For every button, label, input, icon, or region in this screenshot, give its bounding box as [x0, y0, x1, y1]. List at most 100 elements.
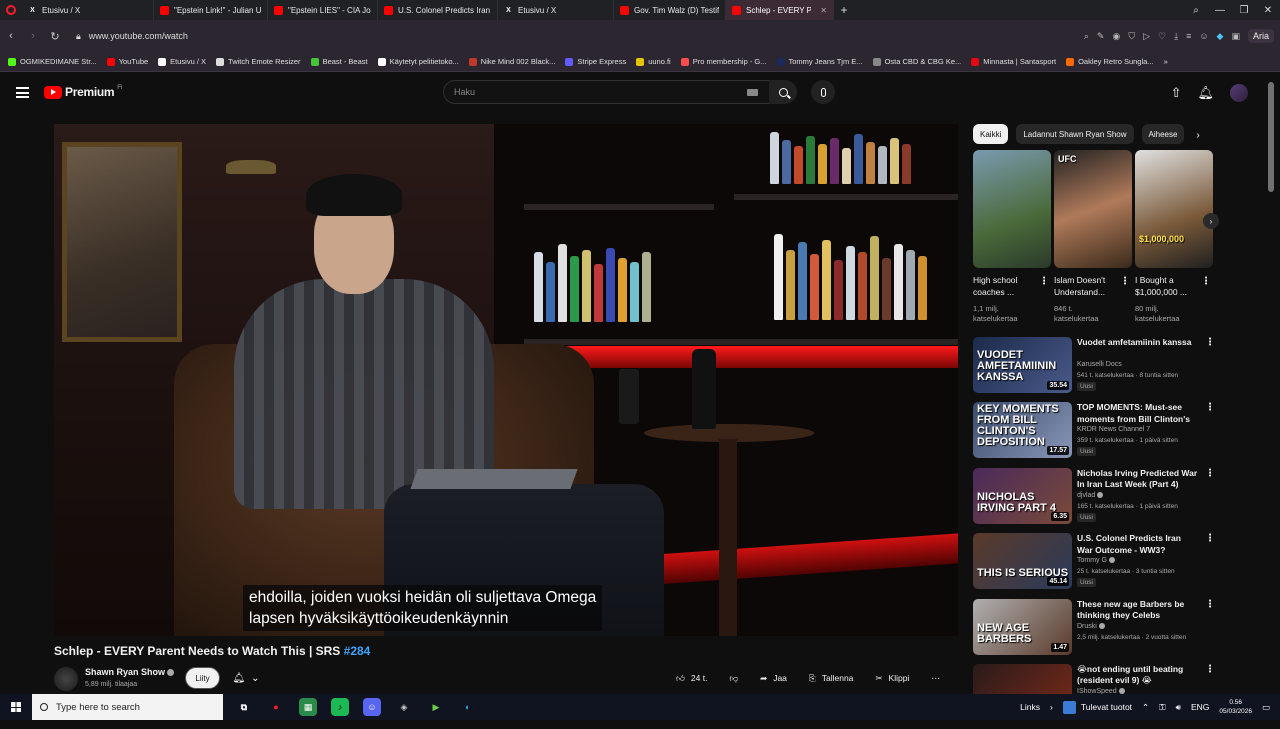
more-icon[interactable]: ⋮ — [1039, 276, 1049, 287]
video-hashtag-link[interactable]: #284 — [344, 644, 371, 658]
short-title[interactable]: High school coaches ... — [973, 274, 1039, 298]
heart-icon[interactable]: ♡ — [1158, 31, 1166, 42]
page-scrollbar[interactable] — [1268, 82, 1274, 192]
filter-chip[interactable]: Ladannut Shawn Ryan Show — [1016, 124, 1134, 144]
browser-tab[interactable]: U.S. Colonel Predicts Iran — [378, 0, 498, 20]
opera-taskbar-icon[interactable]: ● — [267, 698, 285, 716]
recommended-video[interactable]: THIS IS SERIOUS 45.14 U.S. Colonel Predict… — [973, 533, 1215, 597]
short-thumbnail[interactable]: $1,000,000 — [1135, 150, 1213, 268]
camera-icon[interactable]: ◉ — [1112, 31, 1120, 42]
chevron-right-icon[interactable]: › — [1050, 702, 1053, 712]
list-icon[interactable]: ≡ — [1186, 31, 1191, 41]
short-item[interactable]: High school coaches ... 1,1 milj. katselu… — [973, 150, 1051, 324]
short-title[interactable]: Islam Doesn't Understand... — [1054, 274, 1120, 298]
more-icon[interactable]: ⋮ — [1205, 533, 1215, 544]
more-icon[interactable]: ⋮ — [1120, 276, 1130, 287]
video-thumbnail[interactable]: KEY MOMENTS FROM BILL CLINTON'S DEPOSITI… — [973, 402, 1072, 459]
video-channel[interactable]: Karuselli Docs — [1077, 361, 1122, 368]
browser-tab[interactable]: X Etusivu / X — [22, 0, 154, 20]
bookmark-item[interactable]: Oakley Retro Sungla... — [1066, 57, 1154, 66]
start-button[interactable] — [0, 702, 32, 712]
spotify-taskbar-icon[interactable]: ♪ — [331, 698, 349, 716]
more-icon[interactable]: ⋮ — [1205, 402, 1215, 413]
share-button[interactable]: ➦ Jaa — [754, 667, 793, 689]
maximize-button[interactable]: ❐ — [1232, 0, 1256, 20]
video-title[interactable]: 😭not ending until beating (resident evil… — [1077, 664, 1199, 687]
task-view-icon[interactable]: ⧉ — [235, 698, 253, 716]
recommended-video[interactable]: VUODET AMFETAMIININ KANSSA 35.54 Vuodet am… — [973, 337, 1215, 401]
sheets-taskbar-icon[interactable]: ▦ — [299, 698, 317, 716]
video-channel[interactable]: KRDR News Channel 7 — [1077, 426, 1150, 433]
dislike-button[interactable]: 👎︎ — [723, 667, 744, 689]
discord-taskbar-icon[interactable]: ☺ — [363, 698, 381, 716]
shield-icon[interactable]: ⛉ — [1128, 31, 1135, 42]
find-icon[interactable]: ⌕ — [1084, 31, 1089, 42]
browser-tab[interactable]: Gov. Tim Walz (D) Testifie — [614, 0, 726, 20]
bluestacks-taskbar-icon[interactable]: ▶ — [427, 698, 445, 716]
video-player[interactable]: ehdoilla, joiden vuoksi heidän oli sulje… — [54, 124, 958, 636]
more-actions-button[interactable]: ⋯ — [925, 667, 946, 689]
language-indicator[interactable]: ENG — [1191, 702, 1209, 712]
bookmark-item[interactable]: Nike Mind 002 Black... — [468, 57, 555, 66]
short-thumbnail[interactable] — [973, 150, 1051, 268]
bookmark-item[interactable]: YouTube — [106, 57, 148, 66]
bookmark-item[interactable]: Pro membership - G... — [680, 57, 767, 66]
aria-button[interactable]: Aria — [1247, 29, 1274, 43]
bookmarks-overflow-icon[interactable]: » — [1164, 57, 1168, 66]
more-icon[interactable]: ⋮ — [1205, 468, 1215, 479]
keyboard-icon[interactable] — [747, 89, 758, 96]
save-button[interactable]: ⎘ Tallenna — [803, 667, 859, 689]
weather-widget[interactable]: Tulevat tuotot — [1062, 700, 1132, 714]
bookmark-item[interactable]: Beast - Beast — [310, 57, 368, 66]
bookmark-item[interactable]: Twitch Emote Resizer — [216, 57, 301, 66]
notifications-button[interactable]: 🔔︎ ⌄ — [226, 667, 266, 689]
account-avatar[interactable] — [1230, 84, 1248, 102]
video-title[interactable]: Vuodet amfetamiinin kanssa — [1077, 337, 1199, 349]
browser-tab[interactable]: Schlep - EVERY Parent Ne ✕ — [726, 0, 834, 20]
short-item[interactable]: UFC Islam Doesn't Understand... 846 t. kat… — [1054, 150, 1132, 324]
browser-tab[interactable]: X Etusivu / X — [498, 0, 614, 20]
video-thumbnail[interactable]: VUODET AMFETAMIININ KANSSA 35.54 — [973, 337, 1072, 393]
youtube-logo[interactable]: Premium FI — [44, 85, 123, 99]
new-tab-button[interactable]: + — [834, 0, 854, 20]
short-title[interactable]: I Bought a $1,000,000 ... — [1135, 274, 1201, 298]
video-channel[interactable]: Tommy G — [1077, 557, 1115, 564]
video-thumbnail[interactable]: NEW AGE BARBERS 1.47 — [973, 598, 1072, 655]
more-icon[interactable]: ⋮ — [1205, 337, 1215, 348]
back-button[interactable]: ‹ — [0, 30, 22, 42]
bookmark-item[interactable]: Tommy Jeans Tjm E... — [776, 57, 863, 66]
bookmark-item[interactable]: Stripe Express — [565, 57, 626, 66]
shorts-next-icon[interactable]: › — [1203, 213, 1219, 229]
profile-icon[interactable]: ☺ — [1199, 31, 1208, 41]
bookmark-item[interactable]: OGMIKEDIMANE Str... — [8, 57, 97, 66]
search-button[interactable] — [769, 80, 797, 104]
clip-button[interactable]: ✂ Klippi — [869, 667, 915, 689]
chevron-up-icon[interactable]: ⌃ — [1142, 702, 1149, 713]
recommended-video[interactable]: NICHOLAS IRVING PART 4 6.35 Nicholas Irvin… — [973, 467, 1215, 532]
search-tabs-icon[interactable]: ⌕ — [1184, 0, 1208, 20]
channel-avatar[interactable] — [54, 667, 78, 691]
browser-tab[interactable]: "Epstein LIES" - CIA John — [268, 0, 378, 20]
notifications-icon[interactable]: ▭ — [1262, 702, 1270, 713]
upload-icon[interactable]: ⇧ — [1171, 85, 1182, 101]
bookmark-item[interactable]: Käytetyt pelitietoko... — [377, 57, 459, 66]
more-icon[interactable]: ⋮ — [1205, 664, 1215, 675]
more-icon[interactable]: ⋮ — [1201, 276, 1211, 287]
video-channel[interactable]: Druski — [1077, 623, 1105, 630]
links-toolbar[interactable]: Links — [1020, 702, 1040, 712]
chips-next-icon[interactable]: › — [1190, 127, 1206, 143]
video-channel[interactable]: djvlad — [1077, 492, 1104, 499]
join-button[interactable]: Liity — [185, 667, 220, 689]
video-title[interactable]: Nicholas Irving Predicted War In Iran La… — [1077, 468, 1199, 491]
short-item[interactable]: $1,000,000 I Bought a $1,000,000 ... 80 mi… — [1135, 150, 1213, 324]
download-icon[interactable]: ⤓ — [1174, 31, 1178, 42]
recommended-video[interactable]: KEY MOMENTS FROM BILL CLINTON'S DEPOSITI… — [973, 402, 1215, 466]
short-thumbnail[interactable]: UFC — [1054, 150, 1132, 268]
app-taskbar-icon[interactable]: ◈ — [395, 698, 413, 716]
video-title[interactable]: U.S. Colonel Predicts Iran War Outcome -… — [1077, 533, 1199, 556]
url-field[interactable]: 🔒︎ www.youtube.com/watch — [76, 31, 188, 42]
edge-taskbar-icon[interactable]: ◐ — [459, 698, 477, 716]
video-thumbnail[interactable]: THIS IS SERIOUS 45.14 — [973, 533, 1072, 590]
play-icon[interactable]: ▷ — [1143, 31, 1150, 42]
bookmark-item[interactable]: Osta CBD & CBG Ke... — [872, 57, 961, 66]
